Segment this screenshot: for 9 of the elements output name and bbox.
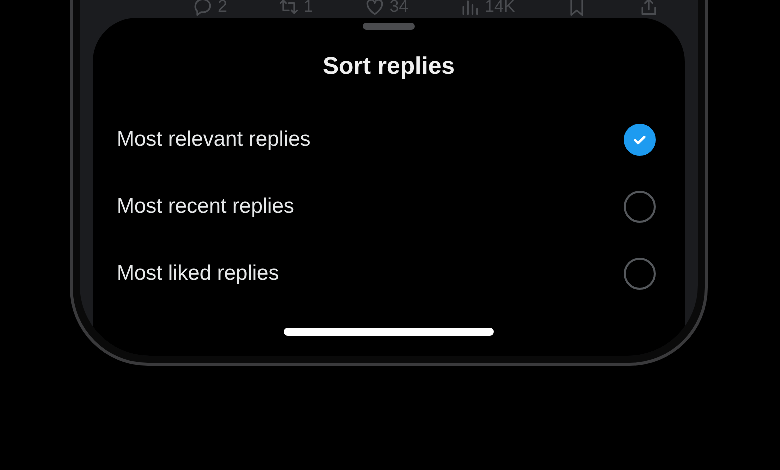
sort-option[interactable]: Most relevant replies bbox=[93, 106, 685, 173]
radio-button[interactable] bbox=[624, 258, 656, 290]
radio-button[interactable] bbox=[624, 124, 656, 156]
radio-button[interactable] bbox=[624, 190, 656, 222]
sort-option[interactable]: Most liked replies bbox=[93, 240, 685, 307]
sort-option[interactable]: Most recent replies bbox=[93, 173, 685, 240]
sheet-title: Sort replies bbox=[322, 53, 456, 81]
drag-handle[interactable] bbox=[363, 23, 415, 30]
speech-bubble-icon bbox=[192, 0, 214, 18]
